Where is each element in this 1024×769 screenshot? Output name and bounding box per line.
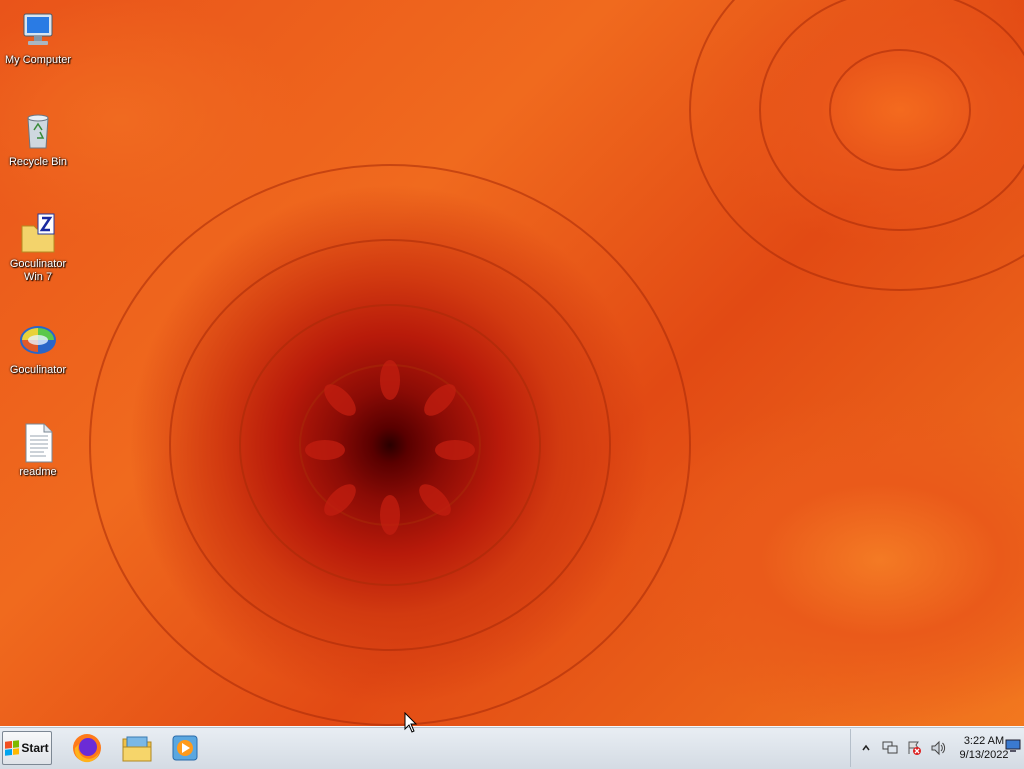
file-explorer-icon [122,736,152,762]
start-label: Start [21,741,49,755]
start-button[interactable]: Start [2,731,52,765]
desktop-icon-my-computer[interactable]: My Computer [0,8,76,67]
taskbar: Start 3:22 AM 9/13/2022 [0,726,1024,769]
monitor-icon [1005,739,1021,752]
system-tray: 3:22 AM 9/13/2022 [850,729,1023,767]
taskbar-firefox-button[interactable] [68,731,106,765]
recycle-bin-icon [27,114,49,149]
zip-folder-icon [21,213,55,253]
desktop-icon-label: Goculinator Win 7 [9,258,67,283]
desktop-icon-readme[interactable]: readme [0,420,76,479]
firefox-icon [73,734,101,763]
computer-icon [23,13,53,45]
desktop-icon-label: Recycle Bin [8,156,68,168]
network-icon[interactable] [881,739,899,757]
desktop-icon-goculinator-win7[interactable]: Goculinator Win 7 [0,212,76,284]
taskbar-file-explorer-button[interactable] [118,731,156,765]
action-center-icon[interactable] [905,739,923,757]
desktop-icon-label: readme [19,466,57,478]
volume-icon[interactable] [929,739,947,757]
desktop-icon-label: Goculinator [9,364,67,376]
show-desktop-button[interactable] [1004,731,1022,761]
media-player-icon [172,735,198,761]
taskbar-media-player-button[interactable] [166,731,204,765]
show-hidden-icons-chevron[interactable] [857,739,875,757]
app-orb-icon [20,326,56,354]
flower-wallpaper-art [89,0,1024,726]
desktop-icon-recycle-bin[interactable]: Recycle Bin [0,110,76,169]
desktop-wallpaper[interactable]: My Computer Recycle Bin Goculinator Win … [0,0,1024,726]
windows-logo-icon [5,740,20,756]
desktop-icon-goculinator[interactable]: Goculinator [0,318,76,377]
desktop-icon-label: My Computer [4,54,72,66]
text-document-icon [25,423,53,463]
